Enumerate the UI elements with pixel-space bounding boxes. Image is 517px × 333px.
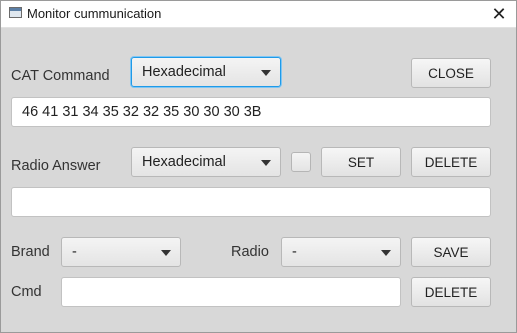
- cat-format-select[interactable]: Hexadecimal: [131, 57, 281, 87]
- chevron-down-icon: [261, 70, 271, 76]
- answer-format-value: Hexadecimal: [142, 154, 226, 170]
- delete-answer-button[interactable]: DELETE: [411, 147, 491, 177]
- close-window-icon[interactable]: ✕: [482, 1, 516, 27]
- answer-checkbox[interactable]: [291, 152, 311, 172]
- radio-value: -: [292, 244, 297, 260]
- brand-select[interactable]: -: [61, 237, 181, 267]
- save-button[interactable]: SAVE: [411, 237, 491, 267]
- brand-label: Brand: [11, 244, 50, 260]
- answer-format-select[interactable]: Hexadecimal: [131, 147, 281, 177]
- chevron-down-icon: [161, 250, 171, 256]
- brand-value: -: [72, 244, 77, 260]
- radio-answer-field[interactable]: [11, 187, 491, 217]
- app-window-icon: [9, 7, 22, 18]
- radio-select[interactable]: -: [281, 237, 401, 267]
- close-button[interactable]: CLOSE: [411, 58, 491, 88]
- radio-label: Radio: [231, 244, 269, 260]
- title-bar: Monitor cummunication ✕: [1, 1, 516, 28]
- set-button[interactable]: SET: [321, 147, 401, 177]
- window-title: Monitor cummunication: [27, 6, 162, 21]
- cat-format-value: Hexadecimal: [142, 64, 226, 80]
- cat-command-field[interactable]: 46 41 31 34 35 32 32 35 30 30 30 3B: [11, 97, 491, 127]
- chevron-down-icon: [381, 250, 391, 256]
- monitor-communication-window: Monitor cummunication ✕ CAT Command Hexa…: [0, 0, 517, 333]
- chevron-down-icon: [261, 160, 271, 166]
- radio-answer-label: Radio Answer: [11, 158, 101, 174]
- cmd-label: Cmd: [11, 284, 42, 300]
- cat-command-label: CAT Command: [11, 68, 110, 84]
- delete-cmd-button[interactable]: DELETE: [411, 277, 491, 307]
- cmd-field[interactable]: [61, 277, 401, 307]
